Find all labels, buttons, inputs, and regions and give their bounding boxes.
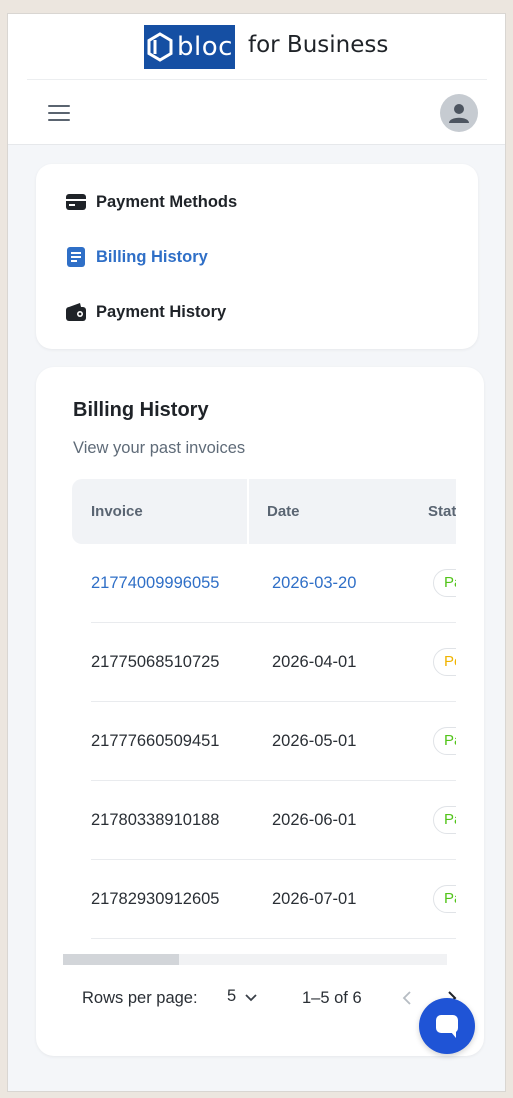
table-pagination: Rows per page: 5 1–5 of 6 [36,977,484,1017]
app-header: bloc for Business [8,14,505,145]
rows-per-page-value: 5 [227,987,237,1005]
column-header-date[interactable]: Date [267,503,300,520]
rows-per-page-label: Rows per page: [82,989,198,1007]
logo-text: bloc [177,32,233,62]
invoice-date-link[interactable]: 2026-03-20 [272,574,356,593]
status-badge: Pa [433,727,456,755]
bloc-logo[interactable]: bloc [144,25,235,69]
card-title: Billing History [73,399,209,421]
column-header-status[interactable]: Stat [428,503,456,520]
user-avatar-button[interactable] [440,94,478,132]
invoice-number: 21780338910188 [91,811,220,829]
nav-item-label: Billing History [96,247,208,266]
invoice-number: 21775068510725 [91,653,220,671]
table-row[interactable]: 21782930912605 2026-07-01 Pa [72,860,456,939]
status-badge: Pa [433,569,456,597]
invoice-number: 21782930912605 [91,890,220,908]
invoice-date: 2026-06-01 [272,811,357,829]
table-row[interactable]: 21777660509451 2026-05-01 Pa [72,702,456,781]
chat-bubble-icon [436,1015,458,1038]
table-header: Invoice Date Stat [72,479,456,544]
bloc-hexagon-logo-icon [147,32,173,62]
rows-per-page-select[interactable]: 5 [227,987,258,1006]
nav-item-payment-methods[interactable]: Payment Methods [65,188,237,216]
credit-card-icon [65,191,87,213]
nav-item-billing-history[interactable]: Billing History [65,243,208,271]
scrollbar-thumb[interactable] [63,954,179,965]
status-badge: Pe [433,648,456,676]
hamburger-menu-icon [48,105,70,121]
column-header-invoice[interactable]: Invoice [91,503,143,520]
invoice-number: 21777660509451 [91,732,220,750]
user-avatar-icon [449,104,469,123]
logo-suffix: for Business [248,32,389,58]
status-badge: Pa [433,885,456,913]
table-row[interactable]: 21775068510725 2026-04-01 Pe [72,623,456,702]
invoice-date: 2026-04-01 [272,653,357,671]
billing-history-card: Billing History View your past invoices … [36,367,484,1056]
previous-page-button[interactable] [398,987,416,1009]
app-frame: bloc for Business Payment Methods Billin… [7,13,506,1092]
nav-item-payment-history[interactable]: Payment History [65,298,226,326]
chevron-down-icon [245,993,257,1001]
wallet-icon [65,301,87,323]
card-subtitle: View your past invoices [73,439,246,457]
nav-item-label: Payment History [96,302,227,321]
logo-row: bloc for Business [27,14,487,80]
chevron-left-icon [402,991,411,1005]
nav-item-label: Payment Methods [96,192,238,211]
invoice-date: 2026-05-01 [272,732,357,750]
invoice-date: 2026-07-01 [272,890,357,908]
column-divider [247,479,249,544]
invoice-number-link[interactable]: 21774009996055 [91,574,219,593]
status-badge: Pa [433,806,456,834]
table-row[interactable]: 21780338910188 2026-06-01 Pa [72,781,456,860]
billing-nav-card: Payment Methods Billing History Payment … [36,164,478,349]
invoices-table[interactable]: Invoice Date Stat 21774009996055 2026-03… [72,479,456,949]
hamburger-menu-button[interactable] [45,99,73,127]
pagination-range: 1–5 of 6 [302,989,362,1007]
row-divider [91,938,456,939]
document-icon [65,246,87,268]
table-row[interactable]: 21774009996055 2026-03-20 Pa [72,544,456,623]
chat-launcher-button[interactable] [419,998,475,1054]
horizontal-scrollbar[interactable] [63,954,447,965]
